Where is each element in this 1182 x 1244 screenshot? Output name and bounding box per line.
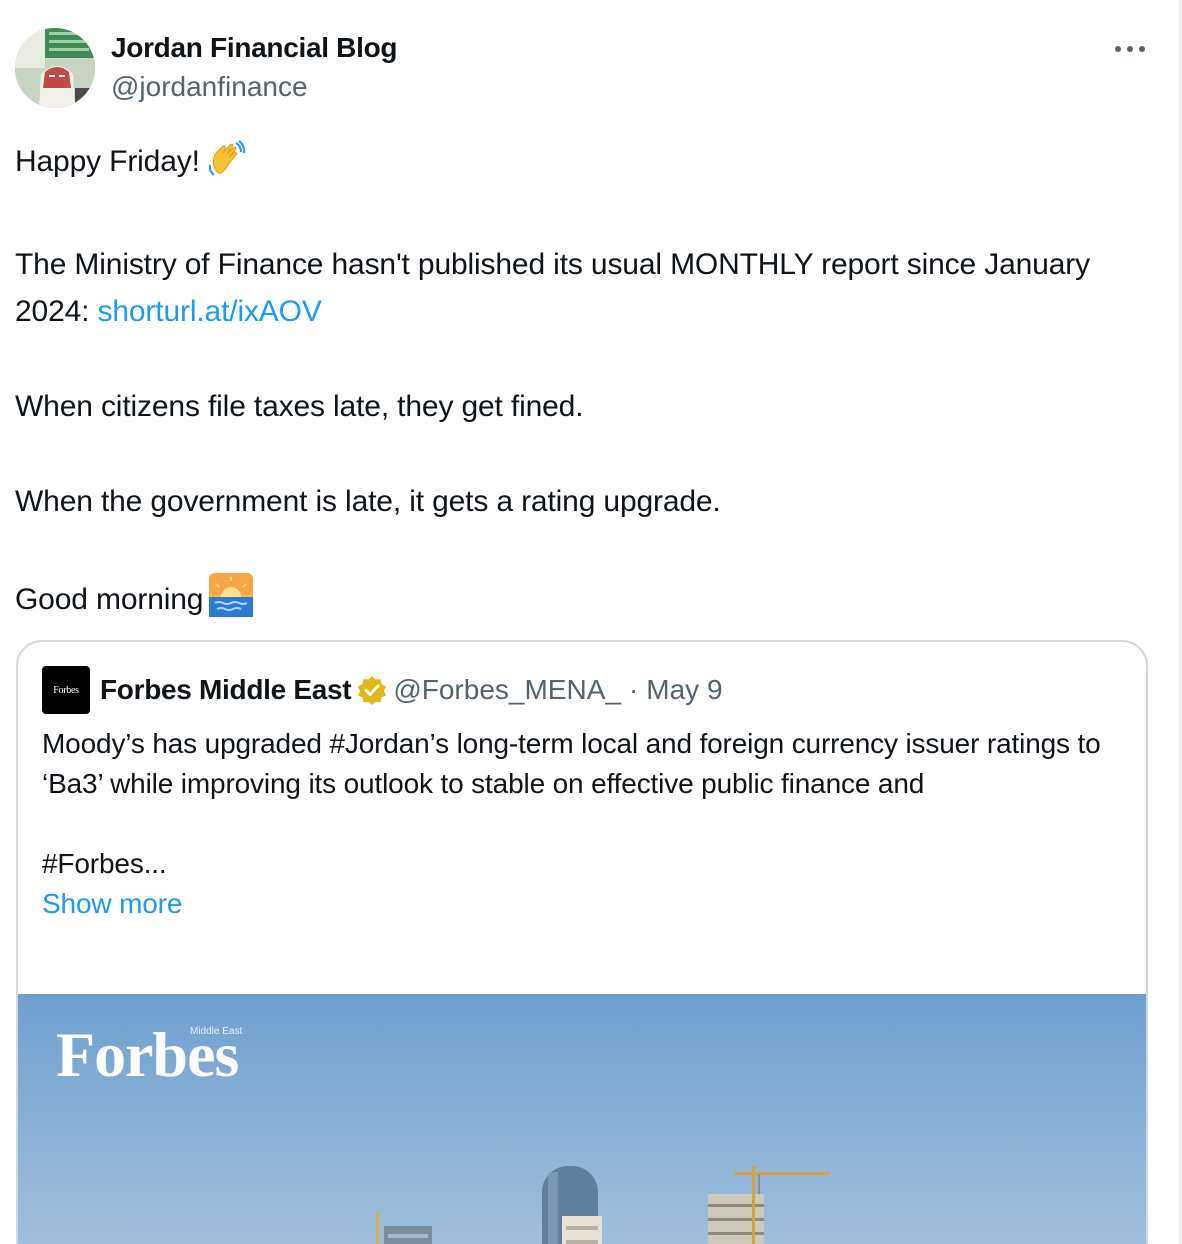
skyline-illustration — [376, 1166, 830, 1244]
quoted-tweet[interactable]: Forbes Forbes Middle East @Forbes_MENA_ … — [16, 640, 1148, 1244]
verified-badge-icon — [357, 675, 387, 705]
tweet-greeting-text: Happy Friday! — [15, 145, 200, 178]
date-separator: · — [628, 674, 639, 705]
show-more-link[interactable]: Show more — [42, 888, 182, 919]
more-options-icon — [1115, 46, 1145, 52]
tweet-line-report: The Ministry of Finance hasn't published… — [15, 241, 1155, 335]
quoted-avatar[interactable]: Forbes — [42, 666, 90, 714]
quoted-text-main: Moody’s has upgraded #Jordan’s long-term… — [42, 728, 1101, 799]
quoted-tweet-image[interactable]: Forbes Middle East — [18, 994, 1146, 1244]
waving-hand-icon — [206, 139, 246, 193]
avatar[interactable] — [15, 28, 95, 108]
tweet-text: Happy Friday! The Ministry of Finance ha… — [15, 138, 1155, 679]
quoted-author-name[interactable]: Forbes Middle East — [100, 674, 352, 706]
tweet-line-greeting: Happy Friday! — [15, 138, 1155, 193]
tweet-header: Jordan Financial Blog @jordanfinance — [15, 28, 1150, 110]
tweet-line-government: When the government is late, it gets a r… — [15, 485, 721, 518]
report-link[interactable]: shorturl.at/ixAOV — [98, 295, 322, 328]
quoted-text-hashtag: #Forbes... — [42, 848, 167, 879]
tweet-morning-text: Good morning — [15, 583, 204, 616]
quoted-author-handle[interactable]: @Forbes_MENA_ — [393, 674, 621, 706]
sunrise-icon — [209, 573, 254, 631]
author-name[interactable]: Jordan Financial Blog — [111, 31, 397, 65]
quoted-tweet-text: Moody’s has upgraded #Jordan’s long-term… — [42, 724, 1122, 924]
tweet-line-citizens: When citizens file taxes late, they get … — [15, 390, 584, 423]
more-options-button[interactable] — [1110, 34, 1150, 64]
tweet-line-morning: Good morning — [15, 573, 1155, 631]
author-handle[interactable]: @jordanfinance — [111, 70, 308, 104]
quoted-tweet-date[interactable]: May 9 — [646, 674, 722, 706]
quoted-tweet-header: Forbes Forbes Middle East @Forbes_MENA_ … — [42, 666, 723, 714]
